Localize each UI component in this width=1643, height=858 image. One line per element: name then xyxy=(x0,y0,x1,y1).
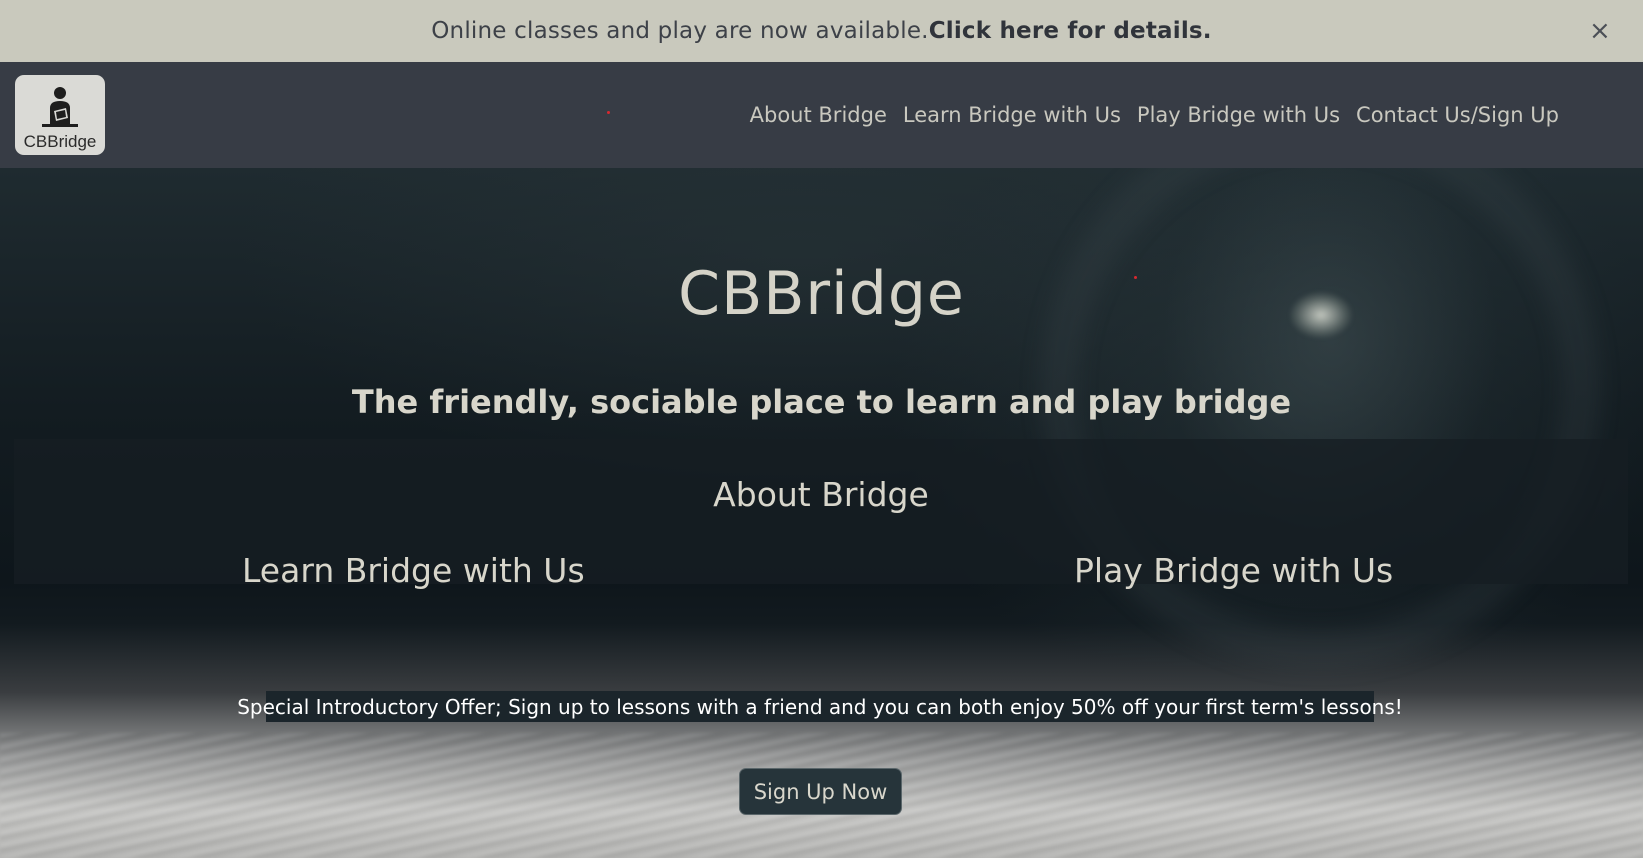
nav-play-bridge[interactable]: Play Bridge with Us xyxy=(1137,103,1340,127)
announcement-text: Online classes and play are now availabl… xyxy=(431,18,929,44)
sign-up-now-button[interactable]: Sign Up Now xyxy=(739,768,902,815)
hero-section: CBBridge The friendly, sociable place to… xyxy=(0,168,1643,858)
decorative-dot xyxy=(607,111,610,114)
announcement-details-link[interactable]: Click here for details. xyxy=(929,18,1212,44)
logo-text: CBBridge xyxy=(23,132,97,151)
announcement-bar: Online classes and play are now availabl… xyxy=(0,0,1643,62)
hero-links-panel: About Bridge Learn Bridge with Us Play B… xyxy=(14,439,1628,590)
close-icon[interactable]: × xyxy=(1587,18,1613,44)
panel-link-play-bridge[interactable]: Play Bridge with Us xyxy=(1074,551,1393,590)
panel-link-about-bridge[interactable]: About Bridge xyxy=(14,475,1628,514)
person-reading-icon xyxy=(42,87,78,127)
nav-contact-signup[interactable]: Contact Us/Sign Up xyxy=(1356,103,1559,127)
nav-learn-bridge[interactable]: Learn Bridge with Us xyxy=(903,103,1121,127)
special-offer-banner: Special Introductory Offer; Sign up to l… xyxy=(237,691,1403,722)
main-nav: About Bridge Learn Bridge with Us Play B… xyxy=(750,62,1559,168)
panel-link-learn-bridge[interactable]: Learn Bridge with Us xyxy=(242,551,585,590)
site-header: CBBridge About Bridge Learn Bridge with … xyxy=(0,62,1643,168)
hero-subtitle: The friendly, sociable place to learn an… xyxy=(351,383,1292,421)
nav-about-bridge[interactable]: About Bridge xyxy=(750,103,887,127)
site-logo[interactable]: CBBridge xyxy=(15,75,105,155)
hero-title: CBBridge xyxy=(678,259,965,329)
